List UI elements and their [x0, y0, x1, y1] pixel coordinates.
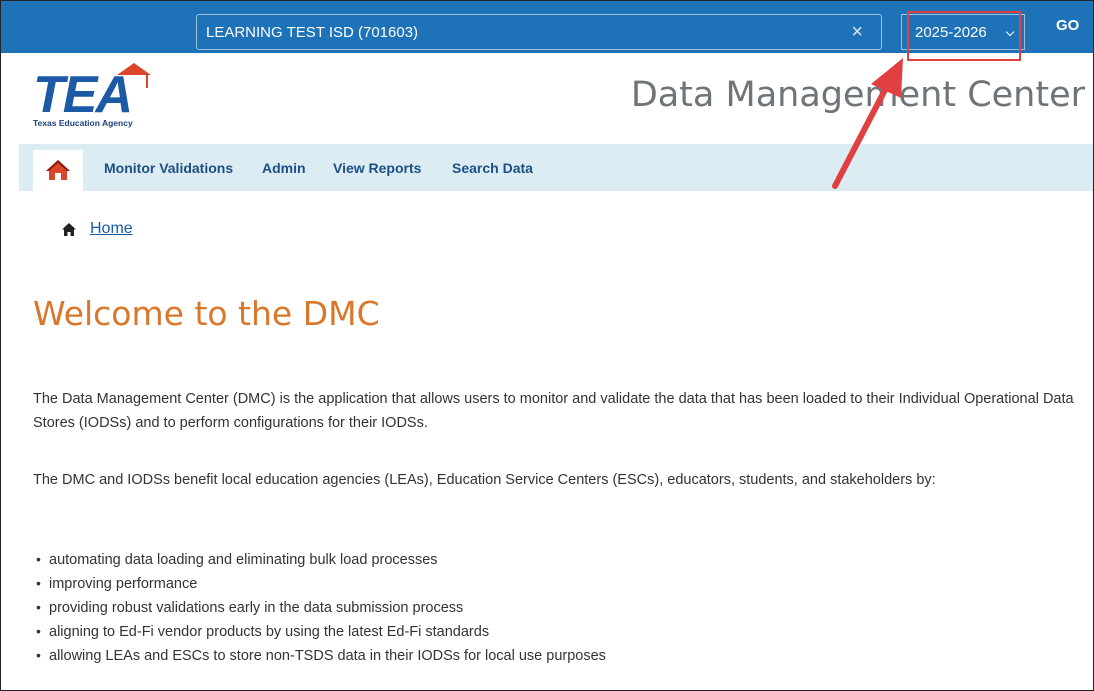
list-item: aligning to Ed-Fi vendor products by usi…	[36, 620, 606, 644]
organization-select[interactable]: LEARNING TEST ISD (701603) ×	[196, 14, 882, 50]
page-title: Welcome to the DMC	[33, 294, 380, 333]
organization-value: LEARNING TEST ISD (701603)	[206, 24, 419, 41]
list-item: improving performance	[36, 572, 606, 596]
intro-paragraph: The Data Management Center (DMC) is the …	[33, 391, 1074, 431]
page-frame: LEARNING TEST ISD (701603) × 2025-2026 G…	[0, 0, 1094, 691]
nav-view-reports[interactable]: View Reports	[333, 160, 421, 176]
nav-monitor-validations[interactable]: Monitor Validations	[104, 160, 233, 176]
annotation-highlight-box	[907, 11, 1021, 61]
tea-logo[interactable]: TEA Texas Education Agency	[29, 61, 169, 131]
list-item: providing robust validations early in th…	[36, 596, 606, 620]
logo-subtitle: Texas Education Agency	[33, 118, 133, 128]
annotation-arrow	[832, 58, 903, 189]
nav-admin[interactable]: Admin	[262, 160, 306, 176]
breadcrumb-home-icon	[62, 223, 76, 236]
home-icon	[46, 160, 70, 180]
benefits-list: automating data loading and eliminating …	[36, 548, 606, 668]
benefits-paragraph: The DMC and IODSs benefit local educatio…	[33, 472, 936, 488]
clear-icon[interactable]: ×	[851, 21, 863, 44]
go-button[interactable]: GO	[1056, 17, 1079, 34]
nav-home-tab[interactable]	[33, 150, 83, 191]
list-item: allowing LEAs and ESCs to store non-TSDS…	[36, 644, 606, 668]
list-item: automating data loading and eliminating …	[36, 548, 606, 572]
cap-tassel	[146, 74, 148, 88]
breadcrumb-home-link[interactable]: Home	[90, 220, 133, 238]
main-nav: Monitor Validations Admin View Reports S…	[19, 144, 1093, 191]
nav-search-data[interactable]: Search Data	[452, 160, 533, 176]
